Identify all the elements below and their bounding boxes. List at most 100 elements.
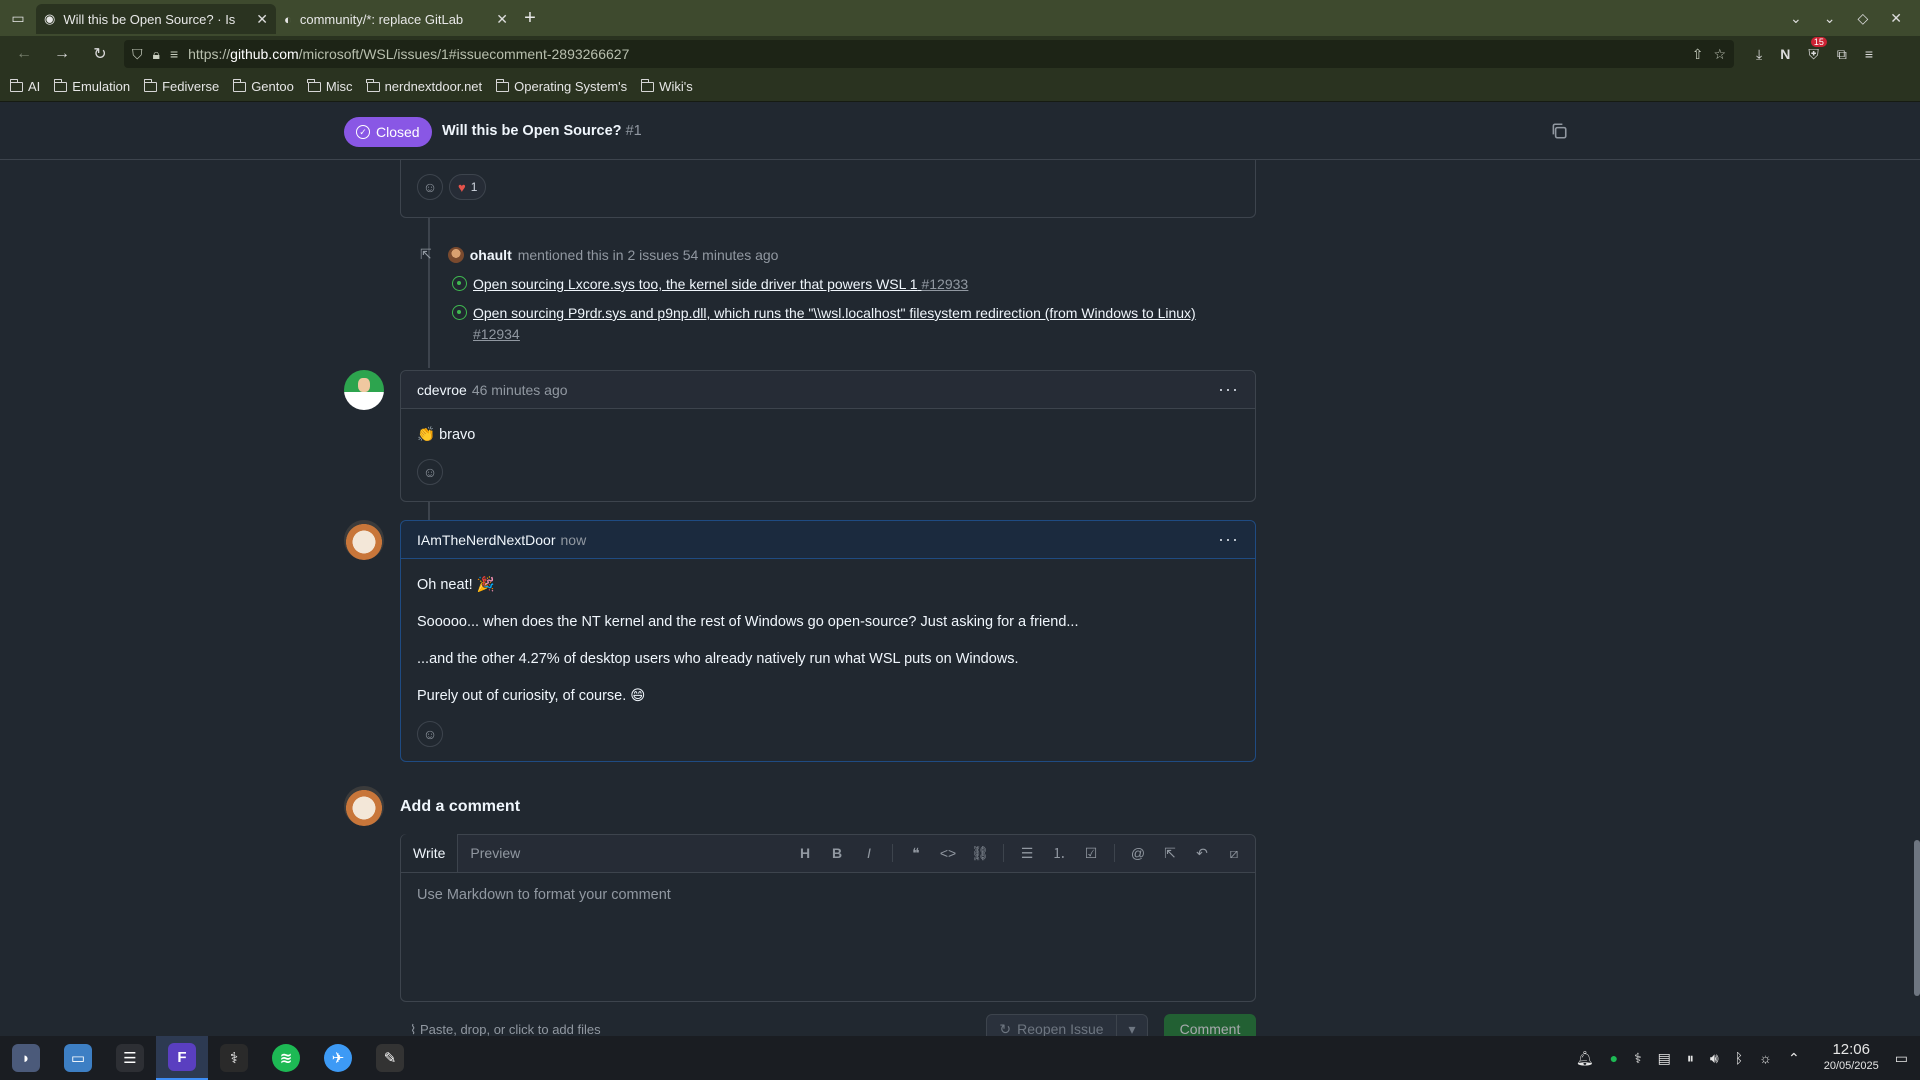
bookmark-folder[interactable]: Gentoo [232,78,294,94]
slash-command-icon[interactable]: ⧄ [1225,845,1243,862]
ublock-extension-icon[interactable]: ⛨ 15 [1808,36,1827,63]
lock-icon[interactable]: 🔒︎ [153,46,160,63]
bookmark-folder[interactable]: AI [9,78,40,94]
tab-write[interactable]: Write [401,834,459,872]
url-text[interactable]: https://github.com/microsoft/WSL/issues/… [188,46,1682,62]
notifications-icon[interactable]: 🔔︎ [1576,1050,1594,1067]
chevron-down-icon[interactable]: ⌄ [1790,10,1802,27]
bookmark-folder[interactable]: Misc [307,78,353,94]
comment-timestamp[interactable]: now [561,532,587,548]
chevron-up-icon[interactable]: ⌃ [1788,1050,1800,1067]
check-circle-icon: ✓ [356,125,370,139]
firefox-icon[interactable]: F [156,1036,208,1080]
quote-icon[interactable]: ❝ [907,845,925,862]
show-desktop-icon[interactable]: ▭ [1895,1050,1908,1067]
code-icon[interactable]: <> [939,845,957,861]
referenced-issue-link[interactable]: Open sourcing Lxcore.sys too, the kernel… [473,274,1233,295]
bookmark-folder[interactable]: Fediverse [143,78,219,94]
italic-icon[interactable]: I [860,845,878,861]
add-reaction-smiley-icon[interactable]: ☺ [417,721,443,747]
cross-reference-icon[interactable]: ⇱ [1161,845,1179,862]
extensions-icon[interactable]: ⧉ [1837,46,1847,63]
chevron-down-icon[interactable]: ▾ [1117,1021,1147,1038]
reload-button[interactable]: ↻ [86,40,114,68]
spotify-tray-icon[interactable]: ● [1610,1050,1618,1066]
bookmark-folder[interactable]: nerdnextdoor.net [366,78,482,94]
heart-reaction[interactable]: ♥ 1 [449,174,487,200]
bookmark-star-icon[interactable]: ☆ [1713,46,1726,63]
avatar[interactable] [447,246,464,263]
file-manager-icon[interactable]: ▭ [52,1036,104,1080]
folder-icon [307,78,321,92]
share-icon[interactable]: ⇧ [1692,46,1704,63]
launcher-icon[interactable]: ◗ [0,1036,52,1080]
editor-tabs: Write Preview H B I ❝ <> ⛓ ☰ ⒈ ☑ @ ⇱ ↶ ⧄ [401,834,1255,873]
profile-avatar[interactable]: N [1780,46,1790,62]
chat-app-icon[interactable]: ✈ [312,1036,364,1080]
brightness-icon[interactable]: ☼ [1759,1050,1772,1066]
clock[interactable]: 12:06 20/05/2025 [1824,1042,1879,1074]
avatar [344,786,384,826]
add-reaction-smiley-icon[interactable]: ☺ [417,174,443,200]
heading-icon[interactable]: H [796,845,814,861]
page-scrollbar[interactable] [1914,840,1920,996]
copy-icon[interactable] [1550,122,1568,140]
mention-icon[interactable]: @ [1129,845,1147,861]
referenced-issue[interactable]: Open sourcing P9rdr.sys and p9np.dll, wh… [452,303,1233,345]
bluetooth-icon[interactable]: ᛒ [1735,1050,1743,1066]
issue-open-icon [452,305,467,320]
numbered-list-icon[interactable]: ⒈ [1050,843,1068,863]
avatar[interactable] [344,520,384,560]
settings-icon[interactable]: ☰ [104,1036,156,1080]
timeline-line [428,502,430,520]
bookmark-folder[interactable]: Operating System's [495,78,627,94]
bookmark-folder[interactable]: Wiki's [640,78,693,94]
text-editor-icon[interactable]: ✎ [364,1036,416,1080]
comment-author[interactable]: cdevroe [417,382,467,398]
permissions-icon[interactable]: ≡ [170,46,178,62]
download-icon[interactable]: ⤓ [1756,46,1762,63]
reopen-icon: ↻ [999,1020,1012,1037]
clipboard-icon[interactable]: ▤ [1658,1050,1671,1067]
avatar[interactable] [344,370,384,410]
external-link-icon: ⇱ [420,246,432,262]
tab-list-icon[interactable]: ▭ [0,0,36,36]
tab-gitlab[interactable]: ◐ community/*: replace GitLab ✕ [276,4,516,34]
folder-icon [495,78,510,92]
comment-timestamp[interactable]: 46 minutes ago [472,382,568,398]
restore-icon[interactable]: ◇ [1857,10,1868,27]
kebab-menu-icon[interactable]: ··· [1218,379,1239,400]
referenced-issue[interactable]: Open sourcing Lxcore.sys too, the kernel… [452,274,1233,295]
media-pause-icon[interactable]: ⏸ [1687,1050,1694,1067]
new-tab-button[interactable]: + [516,4,544,32]
shield-icon[interactable]: ⛉ [132,46,143,63]
bookmark-folder[interactable]: Emulation [53,78,130,94]
add-reaction-smiley-icon[interactable]: ☺ [417,459,443,485]
tab-preview[interactable]: Preview [458,834,532,872]
issue-sticky-header: ✓ Closed Will this be Open Source? #1 [0,102,1920,160]
task-list-icon[interactable]: ☑ [1082,845,1100,862]
volume-icon[interactable]: 🔊︎ [1710,1050,1719,1067]
referenced-issue-link[interactable]: Open sourcing P9rdr.sys and p9np.dll, wh… [473,303,1233,345]
mention-user[interactable]: ohault [470,247,512,263]
kebab-menu-icon[interactable]: ··· [1218,529,1239,550]
reply-icon[interactable]: ↶ [1193,845,1211,862]
comment-author[interactable]: IAmTheNerdNextDoor [417,532,556,548]
minimize-icon[interactable]: ⌄ [1824,10,1836,27]
comment-textarea[interactable]: Use Markdown to format your comment [401,873,1255,917]
vscode-icon[interactable]: ⚕ [208,1036,260,1080]
issue-timeline: ☺ ♥ 1 ⇱ ohault mentioned this in 2 issue… [0,160,1920,1036]
link-icon[interactable]: ⛓ [971,845,989,862]
back-button[interactable]: ← [10,40,38,68]
tab-github-issue[interactable]: ◉ Will this be Open Source? · Is ✕ [36,4,276,34]
address-bar[interactable]: ⛉ 🔒︎ ≡ https://github.com/microsoft/WSL/… [124,40,1734,68]
forward-button[interactable]: → [48,40,76,68]
close-tab-icon[interactable]: ✕ [256,11,268,28]
menu-icon[interactable]: ≡ [1865,46,1873,62]
bullet-list-icon[interactable]: ☰ [1018,845,1036,862]
close-window-icon[interactable]: ✕ [1890,10,1902,27]
vscode-tray-icon[interactable]: ⚕ [1634,1050,1642,1067]
close-tab-icon[interactable]: ✕ [496,11,508,28]
bold-icon[interactable]: B [828,845,846,861]
spotify-icon[interactable]: ≋ [260,1036,312,1080]
